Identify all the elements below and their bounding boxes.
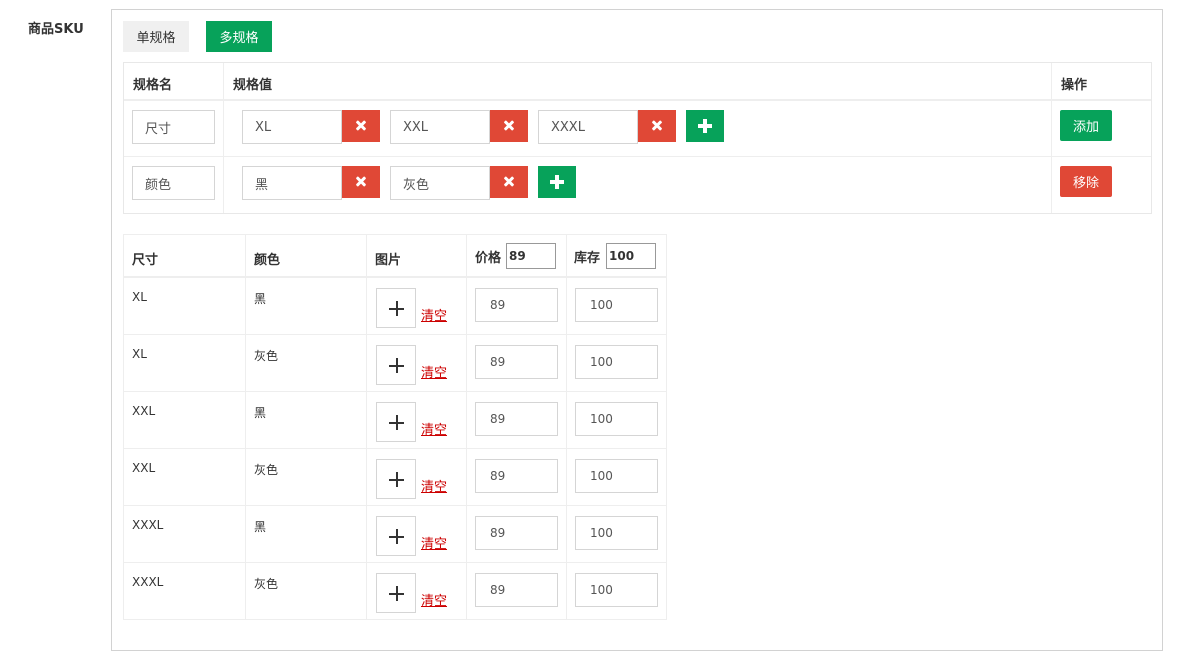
header-ops: 操作 [1061,78,1088,93]
sku-color: 灰色 [254,463,279,477]
remove-spec-button[interactable]: 移除 [1060,166,1112,197]
sku-stock-input[interactable] [575,288,658,322]
header-size: 尺寸 [132,253,159,268]
plus-icon[interactable] [686,110,724,142]
spec-table-header: 规格名 规格值 操作 [124,63,1151,101]
sku-color: 黑 [254,406,267,420]
sku-price-input[interactable] [475,516,558,550]
field-label-sku: 商品SKU [28,22,84,37]
spec-row: 添加 [124,101,1151,157]
spec-value-input[interactable] [538,110,638,144]
sku-price-input[interactable] [475,402,558,436]
close-x-icon[interactable] [342,110,380,142]
spec-row: 移除 [124,157,1151,213]
sku-table-header: 尺寸 颜色 图片 价格 库存 [124,235,666,278]
spec-value-input[interactable] [242,166,342,200]
close-x-icon[interactable] [342,166,380,198]
sku-color: 黑 [254,292,267,306]
close-x-icon[interactable] [490,110,528,142]
spec-name-input[interactable] [132,110,215,144]
sku-size: XXXL [132,575,164,589]
spec-name-input[interactable] [132,166,215,200]
single-spec-button[interactable]: 单规格 [123,21,189,52]
sku-size: XXXL [132,518,164,532]
multi-spec-button[interactable]: 多规格 [206,21,272,52]
sku-price-input[interactable] [475,573,558,607]
header-spec-name: 规格名 [133,78,173,93]
sku-price-input[interactable] [475,288,558,322]
sku-stock-input[interactable] [575,459,658,493]
batch-price-input[interactable] [506,243,556,269]
sku-price-input[interactable] [475,345,558,379]
clear-image-link[interactable]: 清空 [421,590,447,609]
sku-row: XL 黑清空 [124,278,666,335]
header-spec-values: 规格值 [233,78,273,93]
spec-value-input[interactable] [242,110,342,144]
spec-value-input[interactable] [390,166,490,200]
clear-image-link[interactable]: 清空 [421,362,447,381]
header-image: 图片 [375,253,402,268]
header-stock: 库存 [574,251,601,266]
sku-color: 黑 [254,520,267,534]
image-upload-plus-icon[interactable] [376,516,416,556]
sku-color: 灰色 [254,577,279,591]
add-spec-button[interactable]: 添加 [1060,110,1112,141]
header-color: 颜色 [254,253,281,268]
sku-stock-input[interactable] [575,345,658,379]
header-price: 价格 [475,251,502,266]
sku-stock-input[interactable] [575,402,658,436]
sku-table: 尺寸 颜色 图片 价格 库存 XL黑清空XL灰色清空XXL黑清空XXL灰色清空X… [123,234,667,620]
image-upload-plus-icon[interactable] [376,459,416,499]
sku-row: XXXL 灰色清空 [124,563,666,620]
close-x-icon[interactable] [490,166,528,198]
plus-icon[interactable] [538,166,576,198]
sku-size: XL [132,290,147,304]
sku-price-input[interactable] [475,459,558,493]
batch-stock-input[interactable] [606,243,656,269]
sku-size: XXL [132,461,156,475]
sku-row: XL 灰色清空 [124,335,666,392]
clear-image-link[interactable]: 清空 [421,305,447,324]
sku-stock-input[interactable] [575,573,658,607]
spec-table: 规格名 规格值 操作 添加 移除 [123,62,1152,214]
sku-row: XXL 黑清空 [124,392,666,449]
sku-panel: 单规格 多规格 规格名 规格值 操作 添加 移除 [111,9,1163,651]
sku-size: XXL [132,404,156,418]
image-upload-plus-icon[interactable] [376,345,416,385]
image-upload-plus-icon[interactable] [376,288,416,328]
close-x-icon[interactable] [638,110,676,142]
sku-row: XXXL 黑清空 [124,506,666,563]
sku-size: XL [132,347,147,361]
sku-stock-input[interactable] [575,516,658,550]
image-upload-plus-icon[interactable] [376,573,416,613]
image-upload-plus-icon[interactable] [376,402,416,442]
sku-row: XXL 灰色清空 [124,449,666,506]
sku-color: 灰色 [254,349,279,363]
clear-image-link[interactable]: 清空 [421,419,447,438]
clear-image-link[interactable]: 清空 [421,476,447,495]
clear-image-link[interactable]: 清空 [421,533,447,552]
spec-value-input[interactable] [390,110,490,144]
